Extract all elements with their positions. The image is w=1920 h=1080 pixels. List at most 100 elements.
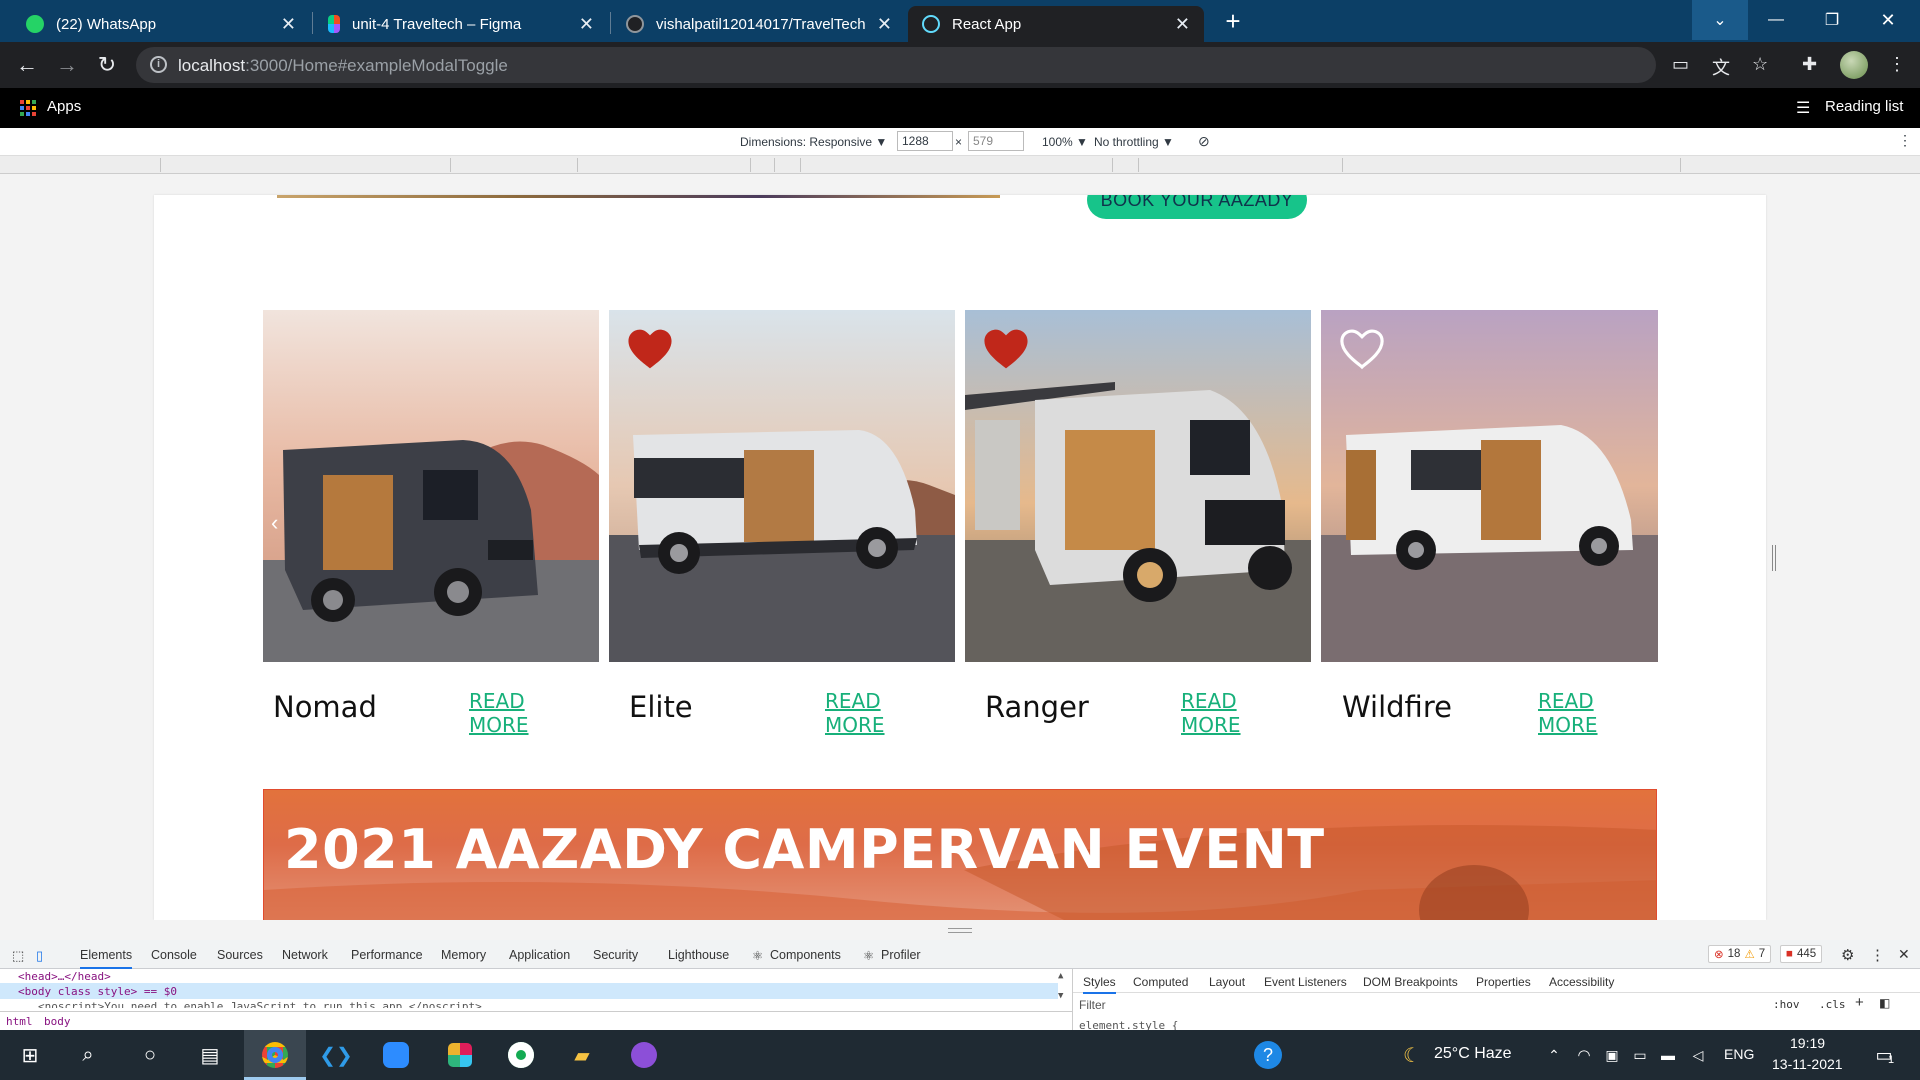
scroll-down-icon[interactable]: ▼ [1058,991,1063,1001]
close-tab-icon[interactable]: ✕ [281,14,296,35]
extensions-icon[interactable]: ✚ [1802,54,1817,75]
devtools-tab-profiler[interactable]: Profiler [881,948,921,962]
issues-counter[interactable]: ⊗ 18 ⚠ 7 [1708,945,1772,963]
read-more-link[interactable]: READ MORE [469,689,529,737]
devtools-tab-console[interactable]: Console [151,948,197,962]
inspect-element-icon[interactable]: ⬚ [12,948,24,964]
components-icon[interactable]: ⚛ [752,948,763,963]
windows-start-icon[interactable]: ⊞ [14,1039,46,1071]
read-more-link[interactable]: READ MORE [825,689,885,737]
close-tab-icon[interactable]: ✕ [877,14,892,35]
apps-bookmark[interactable]: Apps [47,98,81,115]
mongodb-compass-icon[interactable] [505,1039,537,1071]
weather-icon[interactable]: ☾ [1396,1039,1428,1071]
van-image[interactable] [1321,310,1658,662]
class-toggle[interactable]: .cls [1819,998,1846,1011]
chrome-icon[interactable] [259,1039,291,1071]
apps-icon[interactable] [20,100,36,116]
search-icon[interactable]: ⌕ [72,1039,104,1071]
forward-icon[interactable]: → [52,50,82,80]
tab-whatsapp[interactable]: (22) WhatsApp ✕ [12,6,310,42]
media-query-ruler[interactable] [0,156,1920,174]
rotate-icon[interactable]: ⊘ [1198,133,1210,150]
styles-tab-dom-breakpoints[interactable]: DOM Breakpoints [1363,975,1458,989]
styles-tab-event-listeners[interactable]: Event Listeners [1264,975,1347,989]
dimensions-select[interactable]: Dimensions: Responsive ▼ [740,135,887,149]
tab-search-icon[interactable]: ⌄ [1692,0,1748,40]
toggle-sidebar-icon[interactable]: ◧ [1879,996,1890,1010]
book-button[interactable]: BOOK YOUR AAZADY [1087,195,1307,219]
styles-tab-computed[interactable]: Computed [1133,975,1188,989]
styles-tab-accessibility[interactable]: Accessibility [1549,975,1614,989]
hover-state-toggle[interactable]: :hov [1773,998,1800,1011]
breadcrumb-html[interactable]: html [6,1015,33,1028]
tab-github[interactable]: vishalpatil12014017/TravelTech ✕ [612,6,906,42]
breadcrumb-body[interactable]: body [44,1015,71,1028]
cortana-icon[interactable]: ○ [134,1039,166,1071]
viewport-resize-handle[interactable] [1772,545,1776,571]
prev-arrow-icon[interactable]: ‹ [271,510,278,536]
profiler-icon[interactable]: ⚛ [863,948,874,963]
devtools-tab-elements[interactable]: Elements [80,948,133,969]
devtools-tab-application[interactable]: Application [509,948,570,962]
reading-list[interactable]: Reading list [1825,98,1903,115]
address-bar[interactable]: i localhost:3000/Home#exampleModalToggle [136,47,1656,83]
favorite-heart-icon[interactable] [1339,328,1385,370]
weather-text[interactable]: 25°C Haze [1434,1045,1512,1063]
cast-blocked-icon[interactable]: ▭ [1672,54,1689,75]
devtools-tab-network[interactable]: Network [282,948,328,962]
devtools-tab-components[interactable]: Components [770,948,841,962]
event-banner[interactable]: 2021 AAZADY CAMPERVAN EVENT [263,789,1657,920]
vscode-icon[interactable]: ❮❯ [319,1039,353,1071]
read-more-link[interactable]: READ MORE [1538,689,1598,737]
reading-list-icon[interactable]: ☰ [1796,98,1810,118]
zoom-icon[interactable] [380,1039,412,1071]
styles-tab-properties[interactable]: Properties [1476,975,1531,989]
read-more-link[interactable]: READ MORE [1181,689,1241,737]
github-desktop-icon[interactable] [628,1039,660,1071]
task-view-icon[interactable]: ▤ [194,1039,226,1071]
help-icon[interactable]: ? [1252,1039,1284,1071]
dom-node-noscript[interactable]: <noscript>You need to enable JavaScript … [38,1000,482,1008]
favorite-heart-icon[interactable] [983,328,1029,370]
van-image[interactable]: ‹ [263,310,599,662]
close-tab-icon[interactable]: ✕ [579,14,594,35]
avatar[interactable] [1840,51,1868,79]
devtools-tab-sources[interactable]: Sources [217,948,263,962]
new-rule-icon[interactable]: + [1855,994,1864,1011]
close-devtools-icon[interactable]: ✕ [1898,946,1910,963]
close-window-icon[interactable]: ✕ [1860,0,1916,40]
file-explorer-icon[interactable]: ▰ [566,1039,598,1071]
site-info-icon[interactable]: i [150,56,167,73]
language-indicator[interactable]: ENG [1724,1046,1754,1062]
menu-icon[interactable]: ⋮ [1888,54,1906,75]
minimize-icon[interactable]: — [1748,0,1804,40]
show-hidden-icons-icon[interactable]: ⌃ [1538,1039,1570,1071]
scroll-up-icon[interactable]: ▲ [1058,971,1063,981]
volume-icon[interactable]: ◁ [1682,1039,1714,1071]
battery-icon[interactable]: ▬ [1652,1039,1684,1071]
styles-tab-layout[interactable]: Layout [1209,975,1245,989]
favorite-heart-icon[interactable] [627,328,673,370]
devtools-tab-memory[interactable]: Memory [441,948,486,962]
van-image[interactable] [965,310,1311,662]
height-input[interactable]: 579 [968,131,1024,151]
width-input[interactable]: 1288 [897,131,953,151]
new-tab-button[interactable]: + [1216,6,1250,36]
tab-react-app[interactable]: React App ✕ [908,6,1204,42]
url-text[interactable]: localhost:3000/Home#exampleModalToggle [178,56,508,76]
back-icon[interactable]: ← [12,50,42,80]
notification-center-icon[interactable]: ▭ [1868,1039,1900,1071]
translate-icon[interactable]: 文 [1712,54,1730,80]
devtools-tab-lighthouse[interactable]: Lighthouse [668,948,729,962]
dom-node-body[interactable]: <body class style> == $0 [18,985,177,998]
van-image[interactable] [609,310,955,662]
tab-figma[interactable]: unit-4 Traveltech – Figma ✕ [314,6,608,42]
devtools-tab-security[interactable]: Security [593,948,638,962]
issues-badge[interactable]: ■ 445 [1780,945,1823,963]
styles-filter-input[interactable]: Filter [1079,998,1106,1012]
dom-node-head[interactable]: <head>…</head> [18,970,111,983]
more-options-icon[interactable]: ⋮ [1898,132,1912,149]
reload-icon[interactable]: ↻ [92,50,122,80]
close-tab-icon[interactable]: ✕ [1175,14,1190,35]
